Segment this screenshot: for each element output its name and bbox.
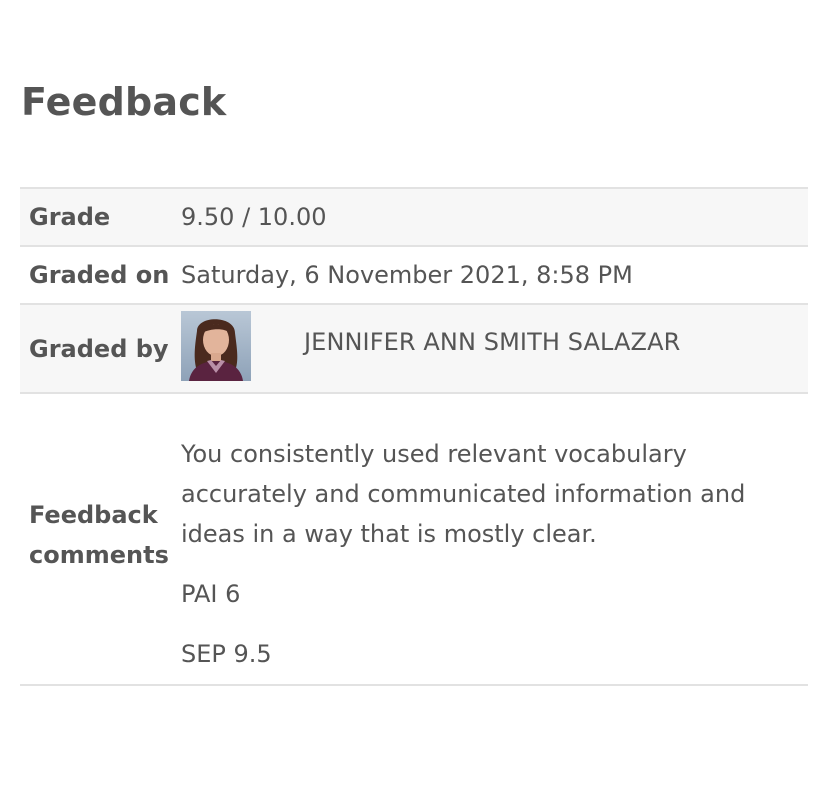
grade-value: 9.50 / 10.00 [181,203,327,231]
graded-on-row: Graded on Saturday, 6 November 2021, 8:5… [20,247,808,305]
grade-row: Grade 9.50 / 10.00 [20,189,808,247]
graded-by-label: Graded by [29,334,169,363]
feedback-table: Grade 9.50 / 10.00 Graded on Saturday, 6… [20,187,808,686]
comment-paragraph: SEP 9.5 [181,640,272,668]
feedback-comments-label: Feedback comments [20,495,181,575]
feedback-comments-label-line1: Feedback [29,501,158,529]
comment-paragraph: You consistently used relevant vocabular… [181,440,746,548]
user-avatar-photo[interactable] [181,310,251,381]
comment-paragraph: PAI 6 [181,580,241,608]
feedback-comments-body: You consistently used relevant vocabular… [181,394,808,694]
graded-on-label: Graded on [29,261,170,289]
grader-name: JENNIFER ANN SMITH SALAZAR [304,327,681,356]
feedback-comments-row: Feedback comments You consistently used … [20,394,808,686]
page-heading: Feedback [21,80,227,124]
grader: JENNIFER ANN SMITH SALAZAR [181,310,808,381]
grade-label: Grade [29,203,111,231]
graded-by-row: Graded by JENNIFER ANN SMITH SALAZAR [20,305,808,394]
graded-on-value: Saturday, 6 November 2021, 8:58 PM [181,261,633,289]
feedback-comments-label-line2: comments [29,541,169,569]
